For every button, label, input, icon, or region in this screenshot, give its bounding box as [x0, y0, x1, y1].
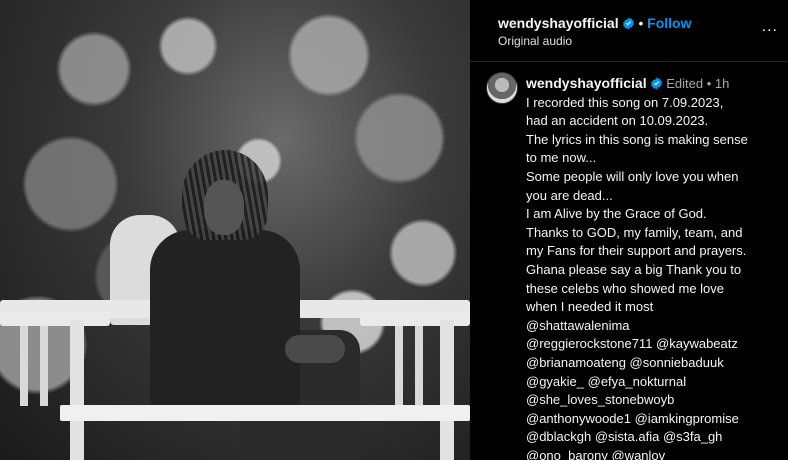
post-timestamp[interactable]: 1h — [715, 76, 729, 91]
post-header: wendyshayofficial • Follow Original audio … — [470, 0, 788, 62]
post-caption: wendyshayofficial Edited • 1h I recorded… — [470, 62, 788, 460]
caption-line: to me now... — [526, 150, 597, 166]
bench-slat — [40, 326, 48, 406]
meta-separator: • — [706, 76, 712, 91]
caption-username[interactable]: wendyshayofficial — [526, 75, 647, 91]
caption-line: my Fans for their support and prayers. — [526, 243, 747, 259]
caption-line: Ghana please say a big Thank you to — [526, 261, 742, 277]
mention-line[interactable]: @ono_barony @wanlov — [526, 447, 784, 460]
post-details-panel: wendyshayofficial • Follow Original audio … — [470, 0, 788, 460]
header-username[interactable]: wendyshayofficial — [498, 15, 619, 31]
verified-badge-icon — [622, 17, 634, 30]
bench-leg — [440, 320, 454, 460]
mention-line[interactable]: @dblackgh @sista.afia @s3fa_gh — [526, 428, 784, 447]
person-body — [150, 230, 300, 410]
original-audio-link[interactable]: Original audio — [498, 34, 572, 48]
header-user-row: wendyshayofficial • Follow — [498, 15, 691, 31]
mention-line[interactable]: @she_loves_stonebwoyb — [526, 391, 784, 410]
caption-line: had an accident on 10.09.2023. — [526, 113, 709, 129]
caption-meta-row: wendyshayofficial Edited • 1h — [526, 74, 784, 94]
caption-line: you are dead... — [526, 187, 613, 203]
caption-line: Thanks to GOD, my family, team, and — [526, 224, 743, 240]
caption-body: wendyshayofficial Edited • 1h I recorded… — [526, 74, 784, 460]
bench-leg — [70, 320, 84, 460]
follow-button[interactable]: Follow — [647, 15, 691, 31]
bench-slat — [20, 326, 28, 406]
mention-line[interactable]: @anthonywoode1 @iamkingpromise — [526, 410, 784, 429]
bench-slat — [395, 326, 403, 406]
mention-line[interactable]: @reggierockstone711 @kaywabeatz — [526, 335, 784, 354]
more-options-icon[interactable]: ... — [762, 19, 778, 35]
person-hands — [285, 335, 345, 363]
person-face — [204, 180, 244, 235]
caption-line: these celebs who showed me love — [526, 280, 725, 296]
mention-line[interactable]: @gyakie_ @efya_nokturnal — [526, 373, 784, 392]
bench-armrest-left — [0, 312, 110, 326]
caption-line: Some people will only love you when — [526, 168, 739, 184]
bench-seat — [60, 405, 470, 421]
caption-line: when I needed it most — [526, 299, 654, 315]
edited-label: Edited — [666, 76, 704, 91]
bench-slat — [415, 326, 423, 406]
verified-badge-icon — [650, 77, 662, 90]
post-media[interactable] — [0, 0, 470, 460]
caption-line: I recorded this song on 7.09.2023, — [526, 94, 724, 110]
mention-line[interactable]: @shattawalenima — [526, 317, 784, 336]
caption-line: I am Alive by the Grace of God. — [526, 206, 707, 222]
avatar[interactable] — [486, 72, 518, 104]
header-separator: • — [638, 16, 644, 31]
caption-line: The lyrics in this song is making sense — [526, 131, 748, 147]
mention-line[interactable]: @brianamoateng @sonniebaduuk — [526, 354, 784, 373]
